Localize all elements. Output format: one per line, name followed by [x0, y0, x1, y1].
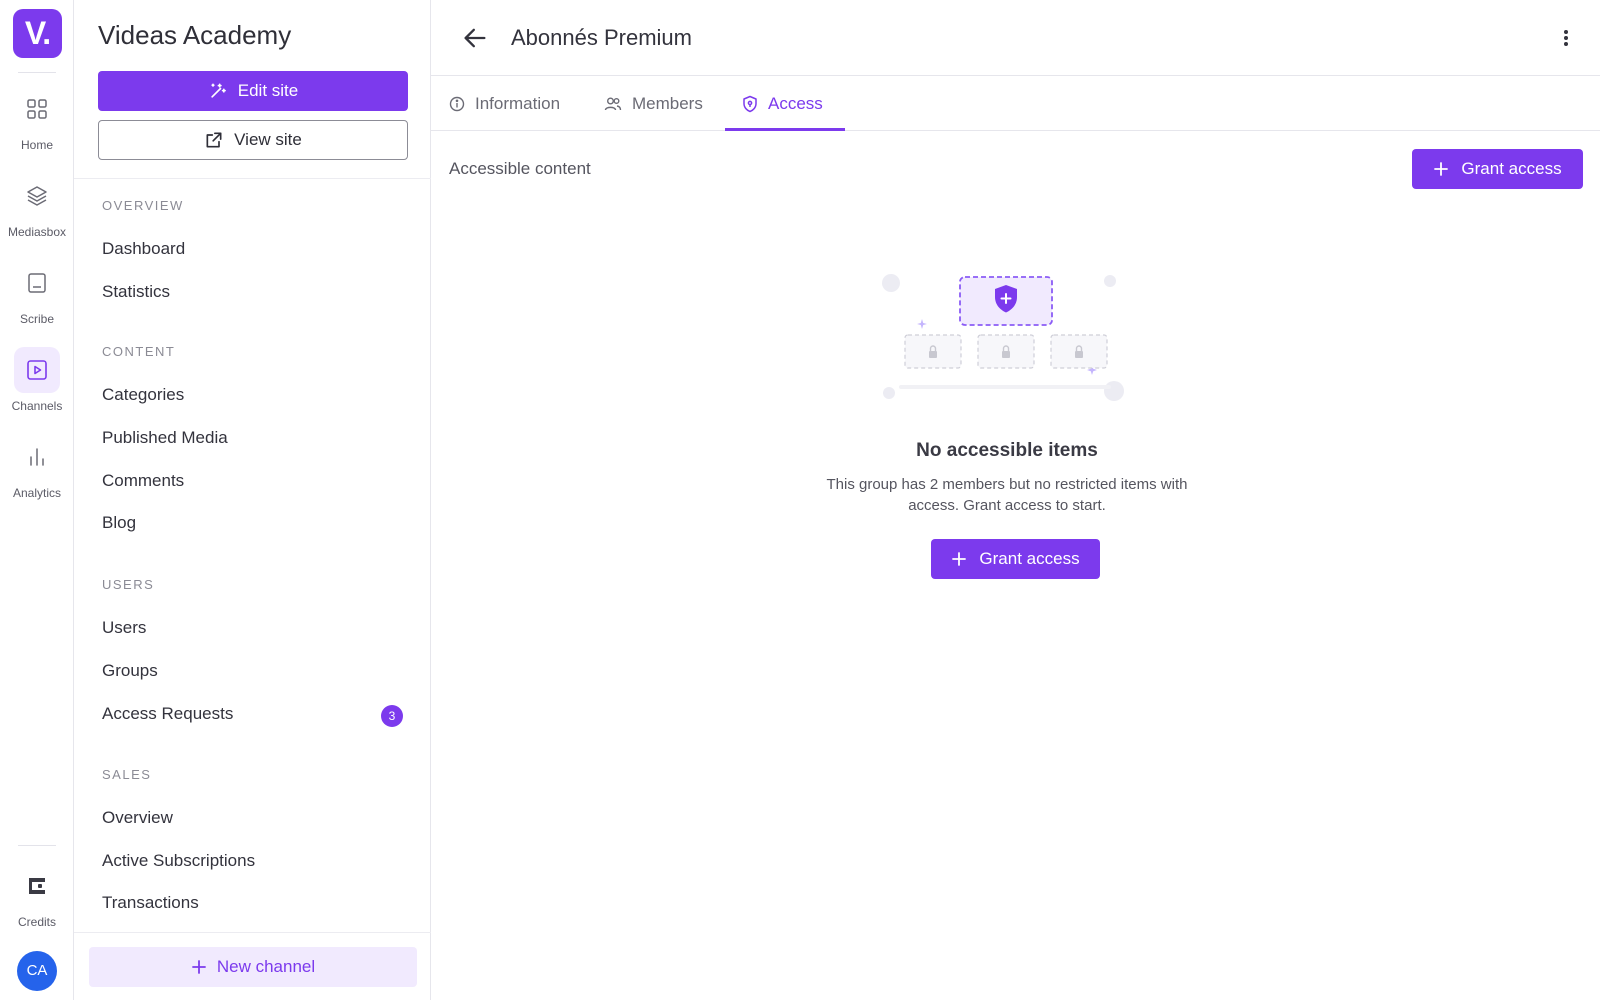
- empty-state-text: This group has 2 members but no restrict…: [826, 476, 1188, 514]
- subtitles-icon: [14, 260, 60, 306]
- tab-label: Members: [632, 93, 703, 113]
- sidebar-item-overview[interactable]: Overview: [102, 808, 173, 828]
- tab-access[interactable]: Access: [742, 76, 823, 131]
- plus-icon: [1434, 162, 1449, 176]
- rail-divider: [18, 72, 56, 73]
- sidebar-divider: [74, 178, 431, 179]
- active-tab-indicator: [725, 128, 845, 131]
- sidebar-item-groups[interactable]: Groups: [102, 661, 158, 681]
- info-icon: [449, 96, 465, 111]
- external-link-icon: [206, 132, 222, 148]
- edit-site-label: Edit site: [237, 81, 299, 100]
- back-button[interactable]: [461, 24, 489, 52]
- section-label-users: USERS: [102, 577, 155, 592]
- tab-members[interactable]: Members: [604, 76, 703, 131]
- app-logo[interactable]: V.: [13, 9, 62, 58]
- rail-item-scribe[interactable]: Scribe: [0, 260, 74, 340]
- more-vertical-icon: [1564, 30, 1568, 46]
- section-label-sales: SALES: [102, 767, 152, 782]
- rail-item-mediasbox[interactable]: Mediasbox: [0, 173, 74, 253]
- grid-icon: [14, 86, 60, 132]
- access-requests-badge: 3: [381, 705, 403, 727]
- plus-icon: [952, 552, 967, 566]
- new-channel-button[interactable]: New channel: [89, 947, 417, 987]
- empty-state-illustration: [882, 274, 1124, 401]
- rail-label: Analytics: [12, 486, 62, 500]
- main-panel: Abonnés Premium Information Members Acce…: [431, 0, 1600, 1000]
- view-site-button[interactable]: View site: [98, 120, 408, 160]
- site-title: Videas Academy: [98, 20, 292, 50]
- plus-icon: [191, 960, 206, 974]
- play-square-icon: [14, 347, 60, 393]
- bar-chart-icon: [14, 434, 60, 480]
- rail-item-credits[interactable]: Credits: [0, 863, 74, 943]
- sidebar-item-statistics[interactable]: Statistics: [102, 282, 170, 302]
- tab-label: Access: [768, 93, 823, 113]
- rail-label: Credits: [17, 915, 56, 929]
- page-header: Abonnés Premium: [431, 0, 1600, 76]
- sidebar-item-dashboard[interactable]: Dashboard: [102, 239, 185, 259]
- grant-access-button[interactable]: Grant access: [1412, 149, 1583, 189]
- sidebar-item-access-requests[interactable]: Access Requests: [102, 704, 233, 724]
- rail-label: Home: [20, 138, 53, 152]
- new-channel-label: New channel: [216, 957, 316, 976]
- sidebar-item-active-subscriptions[interactable]: Active Subscriptions: [102, 851, 255, 871]
- grant-access-empty-label: Grant access: [979, 549, 1080, 568]
- edit-site-button[interactable]: Edit site: [98, 71, 408, 111]
- sidebar-item-comments[interactable]: Comments: [102, 471, 184, 491]
- sidebar-item-categories[interactable]: Categories: [102, 385, 184, 405]
- view-site-label: View site: [234, 130, 302, 149]
- sidebar-item-blog[interactable]: Blog: [102, 513, 136, 533]
- users-icon: [604, 97, 622, 110]
- grant-access-empty-button[interactable]: Grant access: [931, 539, 1100, 579]
- sidebar-item-published-media[interactable]: Published Media: [102, 428, 228, 448]
- section-label-content: CONTENT: [102, 344, 176, 359]
- tab-information[interactable]: Information: [449, 76, 560, 131]
- app-root: V. Home Mediasbox Scribe Channels Analyt…: [0, 0, 1600, 1000]
- section-title: Accessible content: [449, 159, 591, 178]
- shield-icon: [743, 95, 757, 112]
- layers-icon: [14, 173, 60, 219]
- rail-label: Scribe: [19, 312, 54, 326]
- sidebar: Videas Academy Edit site View site OVERV…: [74, 0, 431, 1000]
- sidebar-item-transactions[interactable]: Transactions: [102, 893, 199, 913]
- sidebar-divider: [74, 932, 431, 933]
- rail-item-analytics[interactable]: Analytics: [0, 434, 74, 514]
- empty-state-title: No accessible items: [916, 440, 1098, 461]
- avatar[interactable]: CA: [17, 951, 57, 991]
- rail-label: Mediasbox: [7, 225, 67, 239]
- tab-label: Information: [475, 93, 561, 113]
- arrow-left-icon: [464, 28, 486, 48]
- sidebar-item-users[interactable]: Users: [102, 618, 146, 638]
- rail-divider: [18, 845, 56, 846]
- grant-access-label: Grant access: [1461, 159, 1562, 178]
- icon-rail: V. Home Mediasbox Scribe Channels Analyt…: [0, 0, 74, 1000]
- rail-item-home[interactable]: Home: [0, 86, 74, 166]
- more-options-button[interactable]: [1556, 26, 1576, 50]
- tab-bar: Information Members Access: [431, 76, 1600, 131]
- wallet-icon: [14, 863, 60, 909]
- section-label-overview: OVERVIEW: [102, 198, 184, 213]
- magic-wand-icon: [211, 83, 226, 98]
- rail-item-channels[interactable]: Channels: [0, 347, 74, 427]
- rail-label: Channels: [11, 399, 63, 413]
- page-title: Abonnés Premium: [511, 25, 692, 50]
